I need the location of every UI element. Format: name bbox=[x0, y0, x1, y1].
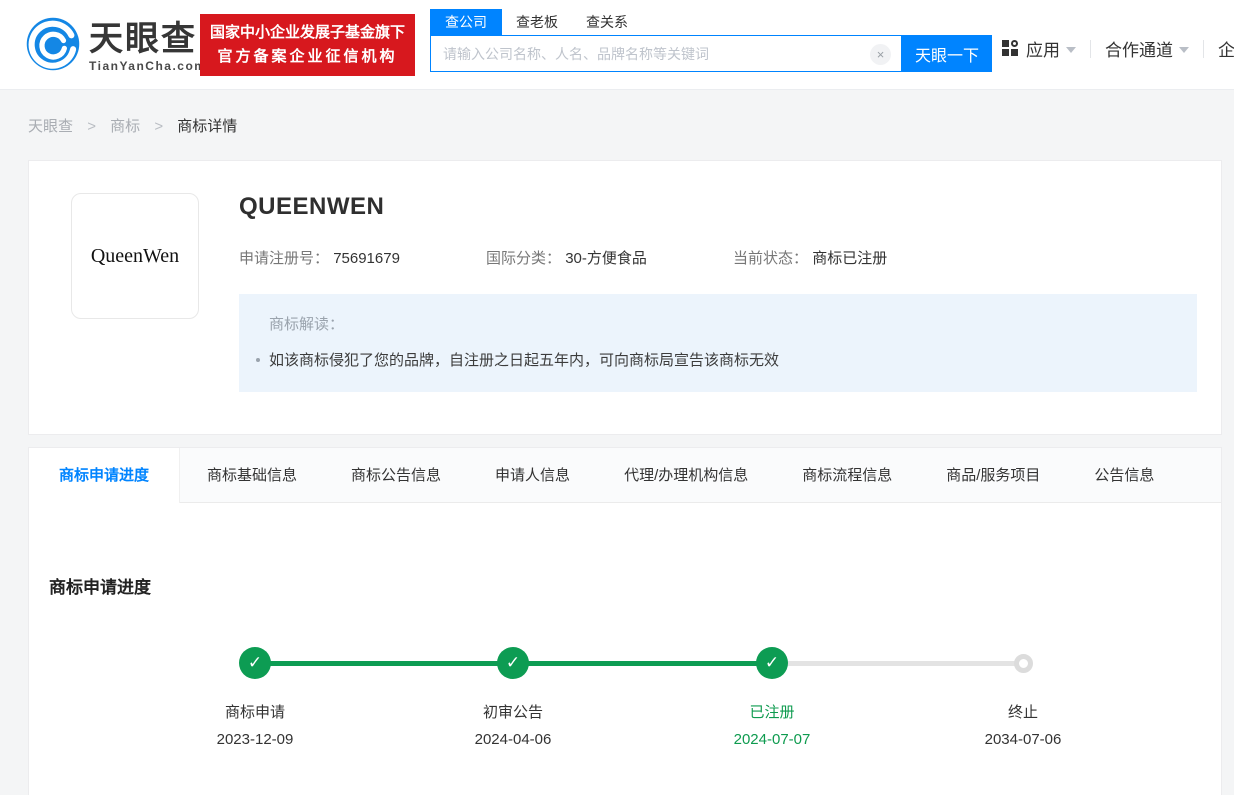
trademark-image-text: QueenWen bbox=[91, 245, 179, 268]
trademark-interpretation-box: 商标解读： 如该商标侵犯了您的品牌，自注册之日起五年内，可向商标局宣告该商标无效 bbox=[239, 294, 1197, 392]
trademark-image: QueenWen bbox=[71, 193, 199, 319]
search-tab-company[interactable]: 查公司 bbox=[430, 9, 502, 35]
site-header: 天眼查 TianYanCha.com 国家中小企业发展子基金旗下 官方备案企业征… bbox=[0, 0, 1234, 90]
nav-apps[interactable]: 应用 bbox=[1002, 36, 1076, 61]
divider bbox=[1203, 40, 1204, 58]
divider bbox=[1090, 40, 1091, 58]
interpretation-bullet: 如该商标侵犯了您的品牌，自注册之日起五年内，可向商标局宣告该商标无效 bbox=[269, 349, 1177, 370]
breadcrumb-home[interactable]: 天眼查 bbox=[28, 118, 73, 135]
timeline-step-termination: 终止 2034-07-06 bbox=[923, 701, 1123, 748]
field-label: 申请注册号： bbox=[239, 250, 329, 267]
timeline-segment-done bbox=[513, 661, 772, 666]
check-circle-icon: ✓ bbox=[497, 647, 529, 679]
field-label: 当前状态： bbox=[733, 250, 808, 267]
tab-announcement-info[interactable]: 商标公告信息 bbox=[324, 448, 468, 502]
interpretation-title: 商标解读： bbox=[269, 313, 1177, 334]
tab-basic-info[interactable]: 商标基础信息 bbox=[180, 448, 324, 502]
search-tabs: 查公司 查老板 查关系 bbox=[430, 9, 992, 35]
nav-apps-label: 应用 bbox=[1026, 36, 1060, 61]
step-label: 初审公告 bbox=[413, 701, 613, 722]
timeline-segment-pending bbox=[772, 661, 1023, 666]
clear-icon[interactable]: × bbox=[870, 44, 891, 65]
tianyancha-logo-icon bbox=[25, 16, 81, 77]
timeline-step-preliminary: 初审公告 2024-04-06 bbox=[413, 701, 613, 748]
timeline-step-application: 商标申请 2023-12-09 bbox=[155, 701, 355, 748]
field-value: 商标已注册 bbox=[812, 250, 887, 267]
breadcrumb-bar: 天眼查 > 商标 > 商标详情 bbox=[0, 90, 1234, 160]
badge-line2: 官方备案企业征信机构 bbox=[217, 45, 397, 69]
tab-gazette-info[interactable]: 公告信息 bbox=[1067, 448, 1181, 502]
step-date: 2024-07-07 bbox=[672, 731, 872, 748]
check-circle-icon: ✓ bbox=[756, 647, 788, 679]
tianyancha-logo[interactable]: 天眼查 TianYanCha.com bbox=[25, 16, 206, 77]
logo-text: 天眼查 TianYanCha.com bbox=[89, 21, 206, 73]
field-registration-number: 申请注册号： 75691679 bbox=[239, 247, 486, 268]
tab-agency-info[interactable]: 代理/办理机构信息 bbox=[597, 448, 775, 502]
field-value: 30-方便食品 bbox=[565, 250, 647, 267]
progress-panel: 商标申请进度 ✓ ✓ ✓ 商标申请 2023-12-09 初审公告 2024-0… bbox=[29, 503, 1221, 795]
search-tab-relation[interactable]: 查关系 bbox=[572, 9, 642, 35]
timeline-step-registered: 已注册 2024-07-07 bbox=[672, 701, 872, 748]
trademark-summary-card: QueenWen QUEENWEN 申请注册号： 75691679 国际分类： … bbox=[28, 160, 1222, 435]
nav-enterprise[interactable]: 企 bbox=[1218, 36, 1234, 61]
breadcrumb-separator: > bbox=[87, 118, 96, 135]
check-circle-icon: ✓ bbox=[239, 647, 271, 679]
certification-badge: 国家中小企业发展子基金旗下 官方备案企业征信机构 bbox=[200, 14, 415, 76]
nav-cooperation-label: 合作通道 bbox=[1105, 36, 1173, 61]
trademark-fields: 申请注册号： 75691679 国际分类： 30-方便食品 当前状态： 商标已注… bbox=[239, 247, 1197, 268]
breadcrumb-current: 商标详情 bbox=[177, 118, 237, 135]
logo-brand: 天眼查 bbox=[89, 21, 206, 57]
trademark-name: QUEENWEN bbox=[239, 193, 1197, 221]
apps-grid-icon bbox=[1002, 40, 1019, 57]
field-value: 75691679 bbox=[333, 250, 400, 267]
search-button[interactable]: 天眼一下 bbox=[902, 35, 992, 72]
step-date: 2023-12-09 bbox=[155, 731, 355, 748]
field-international-class: 国际分类： 30-方便食品 bbox=[486, 247, 733, 268]
step-label: 商标申请 bbox=[155, 701, 355, 722]
interpretation-text: 如该商标侵犯了您的品牌，自注册之日起五年内，可向商标局宣告该商标无效 bbox=[269, 349, 779, 370]
field-label: 国际分类： bbox=[486, 250, 561, 267]
step-date: 2024-04-06 bbox=[413, 731, 613, 748]
pending-circle-icon bbox=[1014, 654, 1033, 673]
timeline-segment-done bbox=[255, 661, 513, 666]
chevron-down-icon bbox=[1066, 47, 1076, 53]
breadcrumb-separator: > bbox=[154, 118, 163, 135]
logo-domain: TianYanCha.com bbox=[89, 59, 206, 73]
step-date: 2034-07-06 bbox=[923, 731, 1123, 748]
nav-cooperation[interactable]: 合作通道 bbox=[1105, 36, 1189, 61]
search-input-wrap: × bbox=[430, 35, 902, 72]
progress-title: 商标申请进度 bbox=[49, 573, 1221, 598]
progress-timeline: ✓ ✓ ✓ 商标申请 2023-12-09 初审公告 2024-04-06 已注… bbox=[49, 647, 1221, 772]
step-label: 已注册 bbox=[672, 701, 872, 722]
trademark-detail-card: 商标申请进度 商标基础信息 商标公告信息 申请人信息 代理/办理机构信息 商标流… bbox=[28, 447, 1222, 795]
badge-line1: 国家中小企业发展子基金旗下 bbox=[210, 21, 405, 45]
field-current-status: 当前状态： 商标已注册 bbox=[733, 247, 980, 268]
tab-process-info[interactable]: 商标流程信息 bbox=[775, 448, 919, 502]
header-nav: 应用 合作通道 企 bbox=[1002, 36, 1234, 61]
breadcrumb-trademark[interactable]: 商标 bbox=[110, 118, 140, 135]
bullet-dot-icon bbox=[256, 358, 260, 362]
chevron-down-icon bbox=[1179, 47, 1189, 53]
tab-applicant-info[interactable]: 申请人信息 bbox=[468, 448, 597, 502]
nav-enterprise-label: 企 bbox=[1218, 36, 1234, 61]
detail-tabstrip: 商标申请进度 商标基础信息 商标公告信息 申请人信息 代理/办理机构信息 商标流… bbox=[29, 448, 1221, 503]
tab-application-progress[interactable]: 商标申请进度 bbox=[29, 448, 180, 503]
breadcrumb: 天眼查 > 商标 > 商标详情 bbox=[28, 115, 1234, 136]
search-area: 查公司 查老板 查关系 × 天眼一下 bbox=[430, 9, 992, 72]
step-label: 终止 bbox=[923, 701, 1123, 722]
search-tab-boss[interactable]: 查老板 bbox=[502, 9, 572, 35]
tab-goods-services[interactable]: 商品/服务项目 bbox=[919, 448, 1067, 502]
search-input[interactable] bbox=[431, 36, 901, 71]
